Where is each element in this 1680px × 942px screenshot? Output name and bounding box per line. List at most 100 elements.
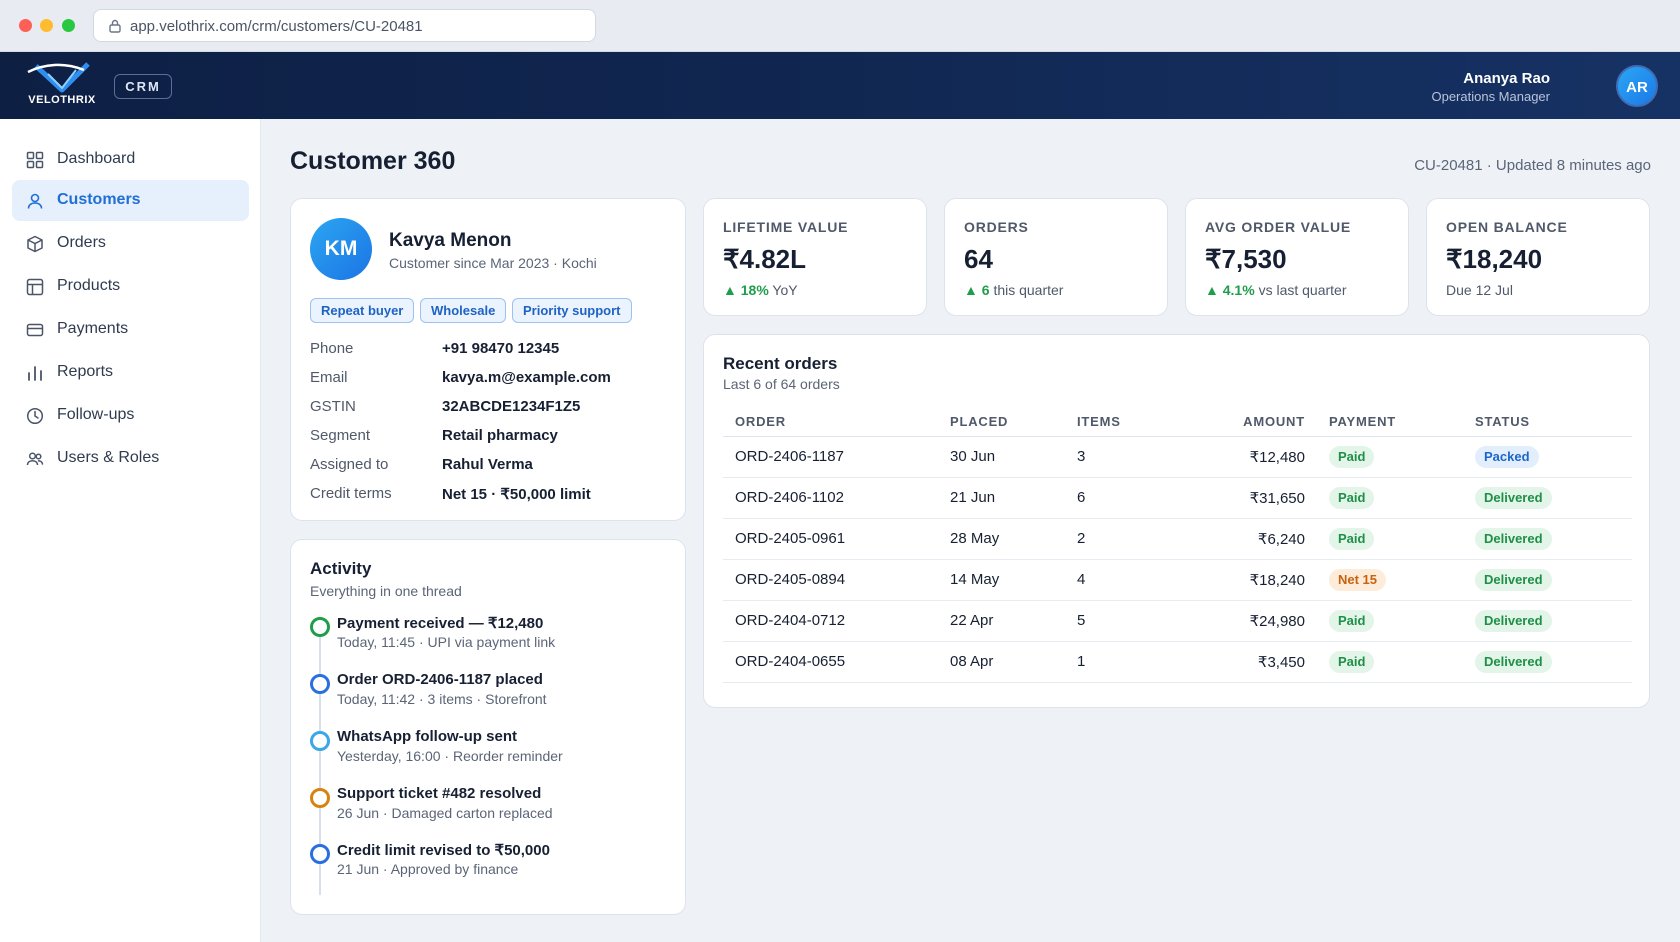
table-row[interactable]: ORD-2405-0894 14 May 4 ₹18,240 Net 15 De… [723, 560, 1632, 601]
order-id[interactable]: ORD-2404-0712 [735, 612, 845, 629]
sidebar-item-orders[interactable]: Orders [12, 223, 249, 264]
window-maximize-button[interactable] [62, 19, 75, 32]
table-row[interactable]: ORD-2404-0655 08 Apr 1 ₹3,450 Paid Deliv… [723, 642, 1632, 683]
avatar[interactable]: AR [1616, 65, 1658, 107]
column-header-placed[interactable]: PLACED [950, 414, 1008, 429]
main-content: Customer 360 CU-20481 · Updated 8 minute… [261, 119, 1680, 942]
sidebar-item-products[interactable]: Products [12, 266, 249, 307]
stat-delta-suffix: this quarter [993, 282, 1064, 298]
sidebar-item-label: Payments [57, 320, 129, 337]
field-value-email[interactable]: kavya.m@example.com [442, 369, 611, 386]
customer-since: Customer since Mar 2023 · Kochi [389, 255, 597, 271]
timeline-dot-icon [310, 617, 330, 637]
stat-delta: ▲ 4.1% vs last quarter [1205, 282, 1347, 298]
stat-value: ₹4.82L [723, 244, 807, 274]
status-badge: Delivered [1475, 528, 1552, 550]
tag-priority-support[interactable]: Priority support [512, 298, 632, 323]
table-row[interactable]: ORD-2405-0961 28 May 2 ₹6,240 Paid Deliv… [723, 519, 1632, 560]
status-badge: Packed [1475, 446, 1539, 468]
sidebar-item-reports[interactable]: Reports [12, 352, 249, 393]
status-badge: Delivered [1475, 487, 1552, 509]
stat-value: ₹18,240 [1446, 244, 1543, 274]
column-header-amount[interactable]: AMOUNT [1205, 414, 1305, 429]
order-id[interactable]: ORD-2406-1187 [735, 448, 844, 465]
stat-delta: ▲ 18% YoY [723, 282, 798, 298]
trend-up-icon: ▲ [723, 282, 741, 298]
activity-item-title[interactable]: WhatsApp follow-up sent [337, 728, 517, 745]
stat-label: OPEN BALANCE [1446, 219, 1568, 235]
stat-label: LIFETIME VALUE [723, 219, 849, 235]
order-id[interactable]: ORD-2404-0655 [735, 653, 845, 670]
column-header-status[interactable]: STATUS [1475, 414, 1530, 429]
stat-label: AVG ORDER VALUE [1205, 219, 1352, 235]
page-title: Customer 360 [290, 147, 456, 175]
window-minimize-button[interactable] [40, 19, 53, 32]
payment-badge: Paid [1329, 610, 1375, 632]
field-value-phone[interactable]: +91 98470 12345 [442, 340, 559, 357]
page-meta: CU-20481 · Updated 8 minutes ago [1414, 157, 1651, 174]
customer-name: Kavya Menon [389, 230, 512, 251]
box-icon [27, 235, 43, 253]
order-amount: ₹31,650 [1249, 490, 1305, 507]
velothrix-logo[interactable]: VELOTHRIX [22, 60, 102, 112]
order-id[interactable]: ORD-2405-0961 [735, 530, 845, 547]
payment-badge: Paid [1329, 487, 1375, 509]
payment-badge: Net 15 [1329, 569, 1387, 591]
customer-avatar: KM [310, 218, 372, 280]
payment-badge: Paid [1329, 446, 1375, 468]
table-row[interactable]: ORD-2406-1187 30 Jun 3 ₹12,480 Paid Pack… [723, 437, 1632, 478]
activity-title: Activity [310, 559, 372, 578]
column-header-payment[interactable]: PAYMENT [1329, 414, 1396, 429]
payment-badge: Paid [1329, 651, 1375, 673]
activity-item-title[interactable]: Credit limit revised to ₹50,000 [337, 841, 550, 859]
order-amount: ₹18,240 [1249, 572, 1305, 589]
activity-item-title[interactable]: Order ORD-2406-1187 placed [337, 671, 543, 688]
logo-text: VELOTHRIX [28, 94, 96, 106]
sidebar-item-users-roles[interactable]: Users & Roles [12, 438, 249, 479]
card-icon [26, 323, 44, 337]
logo-mark-icon [27, 62, 90, 93]
sidebar-item-label: Dashboard [57, 150, 136, 167]
activity-item-sub: Today, 11:42 · 3 items · Storefront [337, 691, 547, 707]
tag-wholesale[interactable]: Wholesale [420, 298, 507, 323]
column-header-order[interactable]: ORDER [735, 414, 786, 429]
field-label-segment: Segment [310, 427, 371, 444]
stat-delta-value: 18% [740, 282, 769, 298]
order-items: 1 [1077, 653, 1086, 670]
stat-delta-value: 6 [981, 282, 990, 298]
customer-profile-card: KM Kavya Menon Customer since Mar 2023 ·… [290, 198, 686, 521]
order-amount: ₹12,480 [1249, 449, 1305, 466]
sidebar-item-payments[interactable]: Payments [12, 309, 249, 350]
payment-badge: Paid [1329, 528, 1375, 550]
stat-delta-value: 4.1% [1222, 282, 1255, 298]
sidebar-item-customers[interactable]: Customers [12, 180, 249, 221]
field-value-assigned-to: Rahul Verma [442, 456, 533, 473]
sidebar-item-follow-ups[interactable]: Follow-ups [12, 395, 249, 436]
stat-card-avg-order-value: AVG ORDER VALUE ₹7,530 ▲ 4.1% vs last qu… [1185, 198, 1409, 316]
tag-repeat-buyer[interactable]: Repeat buyer [310, 298, 415, 323]
sidebar-item-label: Reports [57, 363, 114, 380]
window-close-button[interactable] [19, 19, 32, 32]
sidebar-item-dashboard[interactable]: Dashboard [12, 139, 249, 180]
order-id[interactable]: ORD-2405-0894 [735, 571, 845, 588]
recent-orders-card: Recent orders Last 6 of 64 orders ORDER … [703, 334, 1650, 708]
activity-item-title[interactable]: Support ticket #482 resolved [337, 785, 541, 802]
sidebar-item-label: Products [57, 277, 121, 294]
lock-icon [109, 19, 121, 33]
stat-value: 64 [964, 244, 993, 274]
users-icon [26, 452, 44, 466]
address-bar[interactable]: app.velothrix.com/crm/customers/CU-20481 [93, 9, 596, 42]
order-items: 2 [1077, 530, 1086, 547]
order-placed: 21 Jun [950, 489, 996, 506]
activity-subtitle: Everything in one thread [310, 583, 462, 599]
field-value-gstin: 32ABCDE1234F1Z5 [442, 398, 581, 415]
order-id[interactable]: ORD-2406-1102 [735, 489, 844, 506]
table-row[interactable]: ORD-2406-1102 21 Jun 6 ₹31,650 Paid Deli… [723, 478, 1632, 519]
table-row[interactable]: ORD-2404-0712 22 Apr 5 ₹24,980 Paid Deli… [723, 601, 1632, 642]
field-value-segment: Retail pharmacy [442, 427, 558, 444]
grid-icon [26, 151, 44, 169]
activity-item-title[interactable]: Payment received — ₹12,480 [337, 614, 543, 632]
column-header-items[interactable]: ITEMS [1077, 414, 1121, 429]
activity-item-sub: 21 Jun · Approved by finance [337, 861, 519, 877]
user-info[interactable]: Ananya Rao Operations Manager [1431, 70, 1550, 104]
